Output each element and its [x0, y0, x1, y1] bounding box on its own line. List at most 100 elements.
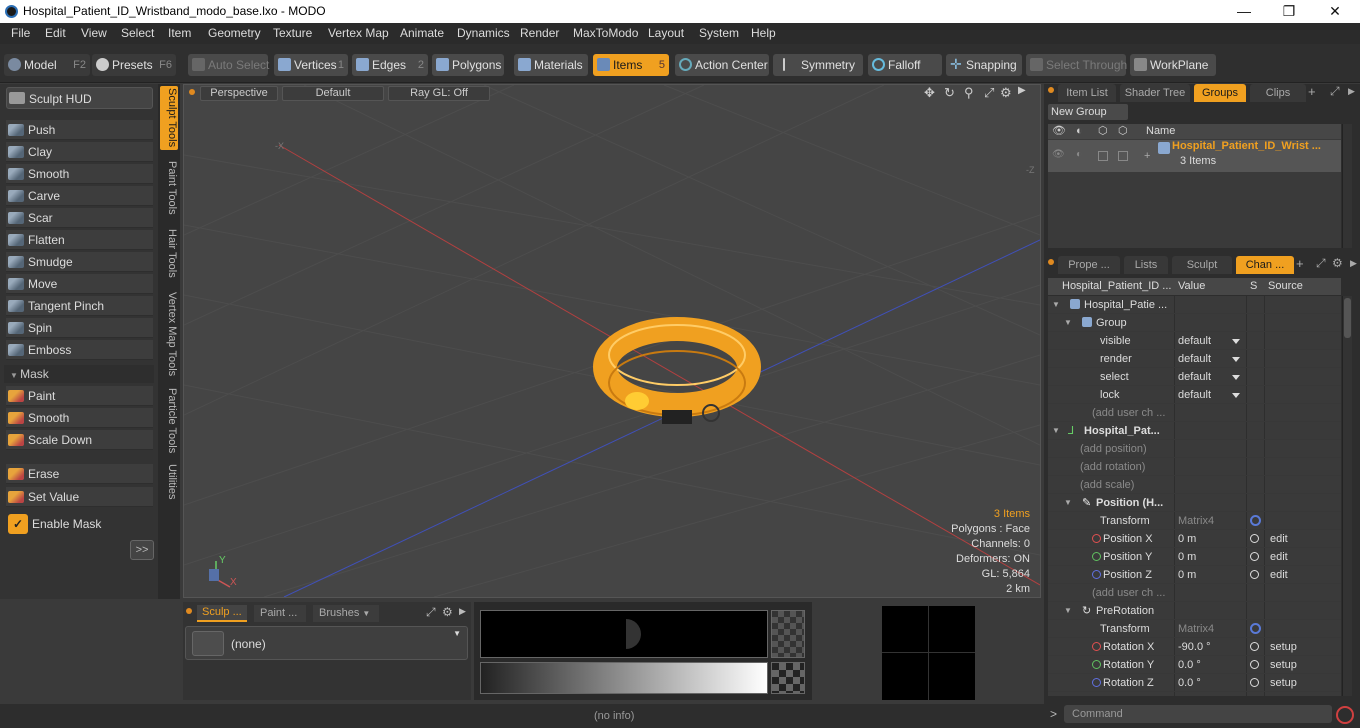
- channel-row[interactable]: Rotation Z 0.0 ° setup: [1048, 674, 1341, 692]
- menu-maxtomodo[interactable]: MaxToModo: [573, 26, 638, 40]
- tab-item-list[interactable]: Item List: [1058, 84, 1116, 102]
- channel-row[interactable]: (add scale): [1048, 476, 1341, 494]
- edges-button[interactable]: Edges 2: [352, 54, 428, 76]
- polygons-button[interactable]: Polygons: [432, 54, 504, 76]
- tab-shader-tree[interactable]: Shader Tree: [1120, 84, 1190, 102]
- channel-row[interactable]: Transform Matrix4: [1048, 512, 1341, 530]
- tool-smooth[interactable]: Smooth: [6, 164, 153, 184]
- add-tab-icon[interactable]: +: [1308, 84, 1316, 99]
- tool-scar[interactable]: Scar: [6, 208, 153, 228]
- tab-vertex-map-tools[interactable]: Vertex Map Tools: [160, 288, 178, 380]
- tab-utilities[interactable]: Utilities: [160, 462, 178, 502]
- mask-tool-erase[interactable]: Erase: [6, 464, 153, 484]
- select-checkbox[interactable]: [1118, 151, 1128, 161]
- group-row[interactable]: 👁 ◐ + Hospital_Patient_ID_Wrist ... 3 It…: [1048, 140, 1341, 172]
- presets-button[interactable]: Presets F6: [92, 54, 176, 76]
- model-button[interactable]: Model F2: [4, 54, 90, 76]
- shading-dropdown[interactable]: Default: [282, 86, 384, 101]
- tool-tangent-pinch[interactable]: Tangent Pinch: [6, 296, 153, 316]
- expand-right-icon[interactable]: ▶: [1018, 85, 1026, 96]
- perspective-dropdown[interactable]: Perspective: [200, 86, 278, 101]
- link-icon[interactable]: [1250, 515, 1261, 526]
- channel-row[interactable]: (add user ch ...: [1048, 404, 1341, 422]
- tab-paint-tools[interactable]: Paint Tools: [160, 158, 178, 218]
- channel-row[interactable]: Position X0 m edit: [1048, 530, 1341, 548]
- record-icon[interactable]: [1336, 706, 1354, 724]
- items-button[interactable]: Items 5: [593, 54, 669, 76]
- tool-spin[interactable]: Spin: [6, 318, 153, 338]
- arrow-right-icon[interactable]: ▶: [1350, 258, 1357, 269]
- channel-row[interactable]: ▼ Group: [1048, 314, 1341, 332]
- materials-button[interactable]: Materials: [514, 54, 588, 76]
- enable-mask-toggle[interactable]: ✓ Enable Mask: [6, 513, 153, 535]
- channel-row[interactable]: Position Y0 m edit: [1048, 548, 1341, 566]
- channel-row[interactable]: ▼ Hospital_Patie ...: [1048, 296, 1341, 314]
- channel-row[interactable]: Position Z0 m edit: [1048, 566, 1341, 584]
- menu-help[interactable]: Help: [751, 26, 776, 40]
- tab-lists[interactable]: Lists: [1124, 256, 1168, 274]
- action-center-button[interactable]: Action Center: [675, 54, 769, 76]
- channel-row[interactable]: visible default: [1048, 332, 1341, 350]
- symmetry-button[interactable]: Symmetry: [773, 54, 863, 76]
- tab-paint[interactable]: Paint ...: [254, 605, 306, 622]
- menu-layout[interactable]: Layout: [648, 26, 684, 40]
- expand-icon[interactable]: ⤢: [1316, 256, 1326, 271]
- select-through-button[interactable]: Select Through: [1026, 54, 1127, 76]
- channel-row[interactable]: (add user ch ...: [1048, 584, 1341, 602]
- mask-tool-set-value[interactable]: Set Value: [6, 487, 153, 507]
- channel-row[interactable]: lock default: [1048, 386, 1341, 404]
- expand-plus-icon[interactable]: +: [1144, 150, 1150, 162]
- rotate-icon[interactable]: ↻: [944, 85, 955, 101]
- channels-scrollbar[interactable]: [1342, 296, 1352, 696]
- menu-view[interactable]: View: [81, 26, 107, 40]
- command-input[interactable]: Command: [1064, 705, 1332, 723]
- close-button[interactable]: ✕: [1320, 2, 1350, 20]
- expand-button[interactable]: >>: [130, 540, 154, 560]
- groups-scrollbar[interactable]: [1342, 124, 1352, 248]
- lock-dropdown[interactable]: default: [1178, 386, 1246, 404]
- tab-sculpt[interactable]: Sculp ...: [197, 605, 247, 622]
- tool-clay[interactable]: Clay: [6, 142, 153, 162]
- gradient-preview[interactable]: [480, 662, 768, 694]
- settings-gear-icon[interactable]: ⚙: [1332, 256, 1343, 270]
- new-group-button[interactable]: New Group: [1048, 104, 1128, 120]
- tool-carve[interactable]: Carve: [6, 186, 153, 206]
- fit-icon[interactable]: ⤢: [984, 85, 994, 101]
- arrow-right-icon[interactable]: ▶: [1348, 86, 1355, 97]
- tool-smudge[interactable]: Smudge: [6, 252, 153, 272]
- mask-tool-paint[interactable]: Paint: [6, 386, 153, 406]
- settings-gear-icon[interactable]: ⚙: [1000, 85, 1012, 101]
- visibility-icon[interactable]: 👁: [1052, 149, 1065, 160]
- channel-row[interactable]: (add rotation): [1048, 458, 1341, 476]
- link-icon[interactable]: [1250, 623, 1261, 634]
- menu-edit[interactable]: Edit: [45, 26, 66, 40]
- tab-brushes[interactable]: Brushes ▼: [313, 605, 379, 622]
- menu-texture[interactable]: Texture: [273, 26, 312, 40]
- expand-icon[interactable]: ⤢: [1330, 84, 1340, 99]
- render-dropdown[interactable]: default: [1178, 350, 1246, 368]
- texture-preview[interactable]: [480, 610, 768, 658]
- panel-menu-icon[interactable]: [1048, 87, 1054, 93]
- menu-render[interactable]: Render: [520, 26, 559, 40]
- visible-dropdown[interactable]: default: [1178, 332, 1246, 350]
- menu-dynamics[interactable]: Dynamics: [457, 26, 510, 40]
- menu-item[interactable]: Item: [168, 26, 191, 40]
- mask-tool-scale-down[interactable]: Scale Down: [6, 430, 153, 450]
- channel-row[interactable]: ▼ ⅃ Hospital_Pat...: [1048, 422, 1341, 440]
- lock-checkbox[interactable]: [1098, 151, 1108, 161]
- channel-row[interactable]: Transform Matrix4: [1048, 620, 1341, 638]
- settings-gear-icon[interactable]: ⚙: [442, 605, 453, 619]
- mask-tool-smooth[interactable]: Smooth: [6, 408, 153, 428]
- viewport-canvas[interactable]: -X -Z Y X: [184, 85, 1040, 597]
- menu-select[interactable]: Select: [121, 26, 154, 40]
- channel-row[interactable]: (add position): [1048, 440, 1341, 458]
- arrow-right-icon[interactable]: ▶: [459, 606, 466, 617]
- raygl-dropdown[interactable]: Ray GL: Off: [388, 86, 490, 101]
- tab-particle-tools[interactable]: Particle Tools: [160, 386, 178, 456]
- render-toggle-icon[interactable]: ◐: [1076, 149, 1082, 160]
- tab-sculpt-tools[interactable]: Sculpt Tools: [160, 86, 178, 150]
- snapping-button[interactable]: ✛ Snapping: [946, 54, 1022, 76]
- vertices-button[interactable]: Vertices 1: [274, 54, 348, 76]
- tab-hair-tools[interactable]: Hair Tools: [160, 226, 178, 280]
- panel-menu-icon[interactable]: [186, 608, 192, 614]
